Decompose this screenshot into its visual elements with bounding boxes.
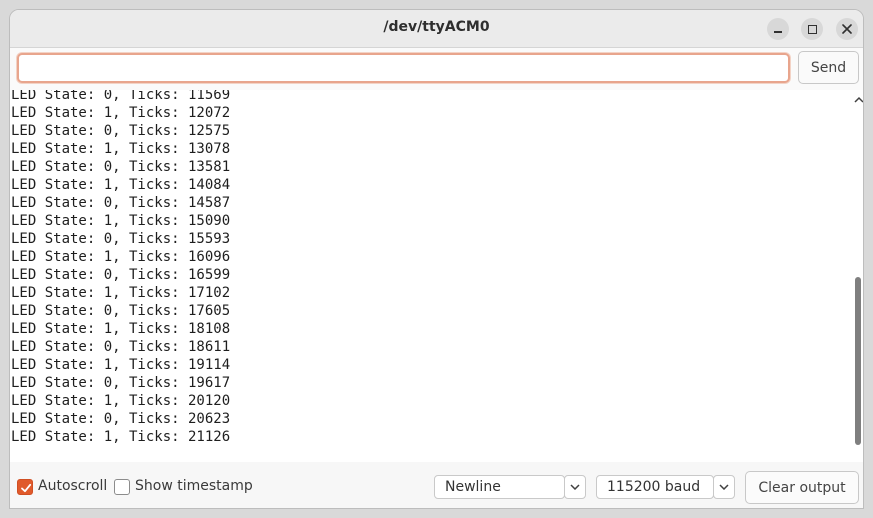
output-line: LED State: 0, Ticks: 15593	[11, 231, 231, 247]
serial-output[interactable]: LED State: 0, Ticks: 11569 LED State: 1, …	[10, 90, 853, 462]
output-line: LED State: 1, Ticks: 16096	[11, 249, 231, 265]
minimize-button[interactable]	[767, 18, 789, 40]
scroll-up-arrow-icon[interactable]	[853, 94, 864, 106]
output-line: LED State: 1, Ticks: 20120	[11, 393, 231, 409]
serial-monitor-window: /dev/ttyACM0 Send LED State: 0, Ticks: 1…	[9, 9, 864, 509]
autoscroll-label[interactable]: Autoscroll	[38, 478, 107, 494]
maximize-button[interactable]	[801, 18, 823, 40]
clear-output-button[interactable]: Clear output	[745, 471, 859, 504]
baud-rate-select[interactable]: 115200 baud	[596, 475, 714, 499]
window-title: /dev/ttyACM0	[383, 19, 490, 35]
output-lines: LED State: 0, Ticks: 11569 LED State: 1, …	[11, 90, 230, 446]
output-line: LED State: 0, Ticks: 19617	[11, 375, 231, 391]
footer-toolbar: Autoscroll Show timestamp Newline 115200…	[10, 462, 863, 508]
baud-rate-dropdown-button[interactable]	[713, 475, 735, 499]
chevron-down-icon	[570, 484, 580, 490]
output-line: LED State: 0, Ticks: 12575	[11, 123, 231, 139]
output-line: LED State: 1, Ticks: 12072	[11, 105, 231, 121]
show-timestamp-label[interactable]: Show timestamp	[135, 478, 253, 494]
line-ending-select[interactable]: Newline	[434, 475, 565, 499]
output-line: LED State: 0, Ticks: 17605	[11, 303, 231, 319]
autoscroll-checkbox[interactable]	[17, 479, 33, 495]
output-line: LED State: 0, Ticks: 13581	[11, 159, 231, 175]
output-line: LED State: 1, Ticks: 18108	[11, 321, 231, 337]
output-line: LED State: 0, Ticks: 20623	[11, 411, 231, 427]
close-icon	[842, 24, 852, 34]
output-line: LED State: 1, Ticks: 14084	[11, 177, 231, 193]
title-bar[interactable]: /dev/ttyACM0	[10, 10, 863, 48]
checkmark-icon	[21, 483, 32, 493]
maximize-icon	[807, 24, 817, 34]
show-timestamp-checkbox[interactable]	[114, 479, 130, 495]
line-ending-dropdown-button[interactable]	[564, 475, 586, 499]
output-line: LED State: 0, Ticks: 16599	[11, 267, 231, 283]
output-line: LED State: 1, Ticks: 21126	[11, 429, 231, 445]
scrollbar-thumb[interactable]	[855, 277, 861, 445]
send-row: Send	[10, 48, 863, 90]
output-line: LED State: 1, Ticks: 17102	[11, 285, 231, 301]
chevron-down-icon	[719, 484, 729, 490]
send-input[interactable]	[17, 53, 790, 83]
send-button[interactable]: Send	[798, 51, 859, 84]
close-button[interactable]	[836, 18, 858, 40]
output-line: LED State: 0, Ticks: 14587	[11, 195, 231, 211]
output-line: LED State: 1, Ticks: 15090	[11, 213, 231, 229]
output-line: LED State: 0, Ticks: 11569	[11, 90, 231, 103]
output-line: LED State: 0, Ticks: 18611	[11, 339, 231, 355]
minimize-icon	[774, 30, 782, 33]
output-line: LED State: 1, Ticks: 13078	[11, 141, 231, 157]
output-line: LED State: 1, Ticks: 19114	[11, 357, 231, 373]
vertical-scrollbar[interactable]	[853, 90, 864, 462]
